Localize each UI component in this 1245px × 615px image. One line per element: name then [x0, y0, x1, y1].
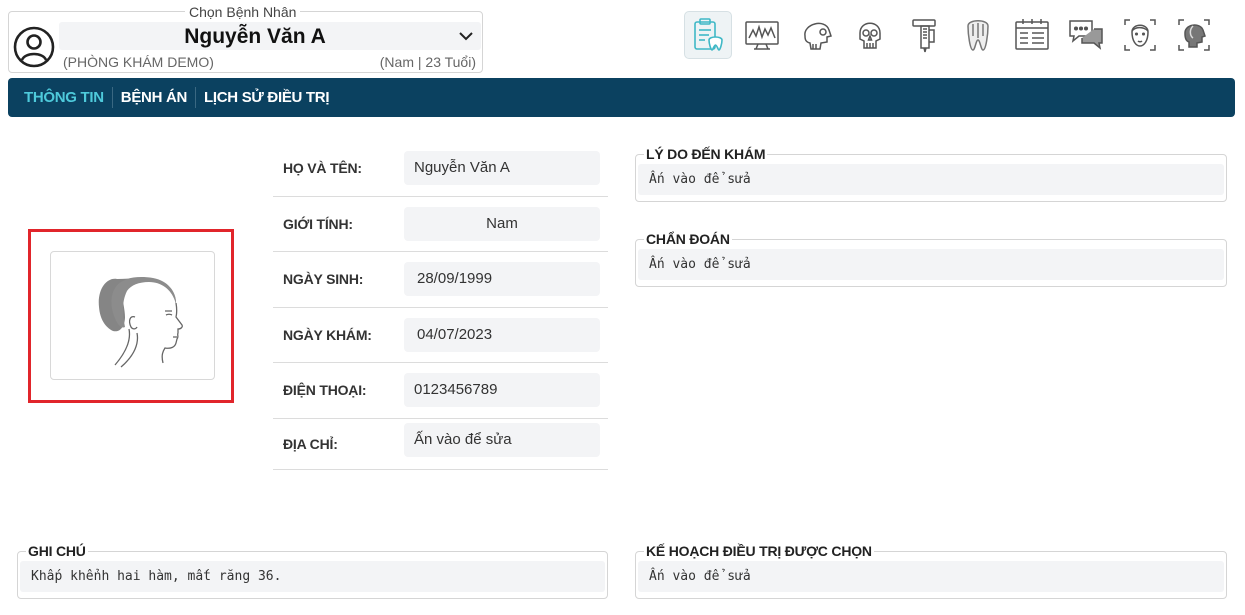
- patient-profile-photo[interactable]: [50, 251, 215, 380]
- visit-date-field[interactable]: 04/07/2023: [404, 317, 600, 352]
- tab-treatment-history[interactable]: LỊCH SỬ ĐIỀU TRỊ: [196, 88, 337, 108]
- full-name-field[interactable]: Nguyễn Văn A: [404, 151, 600, 185]
- skull-side-icon: [804, 22, 832, 50]
- chevron-down-icon: [459, 32, 473, 41]
- tool-face-side[interactable]: [1170, 11, 1218, 59]
- info-row-visit-date: NGÀY KHÁM: 04/07/2023: [273, 308, 608, 363]
- phone-field[interactable]: 0123456789: [404, 373, 600, 407]
- profile-head-silhouette-icon: [98, 277, 183, 368]
- gender-select[interactable]: Nam: [404, 206, 600, 241]
- visit-date-label: NGÀY KHÁM:: [283, 326, 372, 343]
- diagnosis-fieldset: CHẨN ĐOÁN Ấn vào để sửa: [635, 231, 1227, 287]
- tool-messages[interactable]: [1062, 11, 1110, 59]
- chat-bubbles-icon: [1069, 20, 1103, 50]
- info-row-gender: GIỚI TÍNH: Nam: [273, 197, 608, 252]
- section-nav: THÔNG TIN BỆNH ÁN LỊCH SỬ ĐIỀU TRỊ: [8, 78, 1235, 117]
- address-field[interactable]: Ấn vào để sửa: [404, 422, 600, 457]
- tab-info[interactable]: THÔNG TIN: [16, 88, 112, 108]
- info-row-phone: ĐIỆN THOẠI: 0123456789: [273, 363, 608, 419]
- skull-front-icon: [859, 22, 881, 49]
- patient-selector-legend: Chọn Bệnh Nhân: [185, 4, 301, 20]
- notes-input[interactable]: Khấp khểnh hai hàm, mất răng 36.: [20, 561, 605, 592]
- address-label: ĐỊA CHỈ:: [283, 435, 338, 452]
- info-row-birth-date: NGÀY SINH: 28/09/1999: [273, 252, 608, 308]
- treatment-plan-label: KẾ HOẠCH ĐIỀU TRỊ ĐƯỢC CHỌN: [644, 543, 874, 559]
- notes-fieldset: GHI CHÚ Khấp khểnh hai hàm, mất răng 36.: [17, 543, 608, 599]
- tool-xray[interactable]: [738, 11, 786, 59]
- tool-schedule[interactable]: [1008, 11, 1056, 59]
- reason-for-visit-input[interactable]: Ấn vào để sửa: [638, 164, 1224, 195]
- photo-highlight-frame: [28, 229, 234, 403]
- reason-for-visit-fieldset: LÝ DO ĐẾN KHÁM Ấn vào để sửa: [635, 146, 1227, 202]
- diagnosis-input[interactable]: Ấn vào để sửa: [638, 249, 1224, 280]
- diagnosis-label: CHẨN ĐOÁN: [644, 231, 732, 247]
- tool-ceph-front[interactable]: [846, 11, 894, 59]
- info-row-full-name: HỌ VÀ TÊN: Nguyễn Văn A: [273, 141, 608, 197]
- birth-date-field[interactable]: 28/09/1999: [404, 262, 600, 296]
- treatment-plan-fieldset: KẾ HOẠCH ĐIỀU TRỊ ĐƯỢC CHỌN Ấn vào để sử…: [635, 543, 1227, 599]
- reason-for-visit-label: LÝ DO ĐẾN KHÁM: [644, 146, 768, 162]
- tool-teeth[interactable]: [954, 11, 1002, 59]
- gender-label: GIỚI TÍNH:: [283, 215, 353, 232]
- patient-select-dropdown[interactable]: Nguyễn Văn A: [59, 22, 481, 50]
- tool-treatment-record[interactable]: [684, 11, 732, 59]
- face-front-scan-icon: [1124, 19, 1156, 51]
- patient-info-table: HỌ VÀ TÊN: Nguyễn Văn A GIỚI TÍNH: Nam N…: [273, 141, 608, 470]
- face-side-scan-icon: [1178, 19, 1210, 51]
- tab-medical-record[interactable]: BỆNH ÁN: [113, 88, 195, 108]
- module-toolbar: [684, 11, 1224, 59]
- info-row-address: ĐỊA CHỈ: Ấn vào để sửa: [273, 419, 608, 470]
- full-name-label: HỌ VÀ TÊN:: [283, 160, 362, 177]
- tool-ceph-side[interactable]: [792, 11, 840, 59]
- caliper-icon: [912, 19, 936, 53]
- patient-name: Nguyễn Văn A: [184, 25, 326, 48]
- notes-label: GHI CHÚ: [26, 543, 88, 559]
- clipboard-tooth-icon: [694, 18, 723, 51]
- calendar-icon: [1015, 19, 1049, 50]
- tool-measure[interactable]: [900, 11, 948, 59]
- patient-selector: Chọn Bệnh Nhân Nguyễn Văn A (PHÒNG KHÁM …: [8, 4, 483, 73]
- clinic-name: (PHÒNG KHÁM DEMO): [63, 54, 214, 70]
- patient-gender-age: (Nam | 23 Tuổi): [379, 54, 476, 70]
- phone-label: ĐIỆN THOẠI:: [283, 382, 367, 399]
- birth-date-label: NGÀY SINH:: [283, 271, 364, 288]
- treatment-plan-input[interactable]: Ấn vào để sửa: [638, 561, 1224, 592]
- xray-monitor-icon: [745, 21, 779, 50]
- tooth-icon: [967, 20, 989, 51]
- tool-face-front[interactable]: [1116, 11, 1164, 59]
- user-circle-icon: [13, 26, 55, 68]
